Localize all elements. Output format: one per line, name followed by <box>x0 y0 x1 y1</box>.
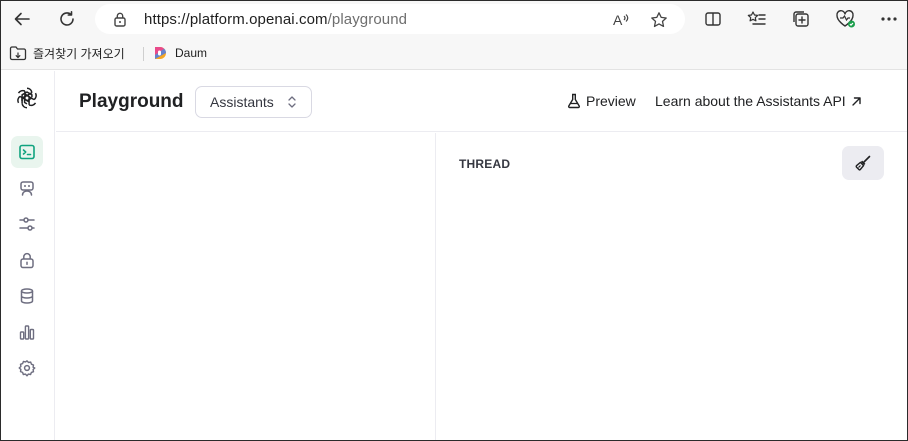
learn-assistants-api-link[interactable]: Learn about the Assistants API <box>655 93 862 109</box>
thread-pane: THREAD <box>437 133 907 440</box>
favorites-bar: 즐겨찾기 가져오기 Daum <box>1 37 907 70</box>
address-bar[interactable]: https://platform.openai.com/playground A <box>95 4 685 34</box>
favorite-star-icon[interactable] <box>648 9 670 31</box>
browser-window: https://platform.openai.com/playground A <box>0 0 908 441</box>
collections-icon[interactable] <box>789 7 813 31</box>
settings-gear-icon <box>18 360 36 377</box>
openai-logo-icon[interactable] <box>14 85 40 111</box>
preview-link[interactable]: Preview <box>567 93 636 109</box>
chevron-updown-icon <box>288 96 296 108</box>
sidebar-item-api-keys[interactable] <box>11 244 43 276</box>
split-screen-icon[interactable] <box>701 7 725 31</box>
favorites-divider <box>143 47 144 61</box>
sliders-icon <box>19 217 35 231</box>
bar-chart-icon <box>19 325 35 340</box>
read-aloud-icon[interactable]: A <box>611 9 633 31</box>
sidebar-item-settings[interactable] <box>11 352 43 384</box>
url-host: https://platform.openai.com <box>144 11 328 28</box>
sidebar-item-assistants[interactable] <box>11 172 43 204</box>
external-arrow-icon <box>851 96 861 106</box>
clear-thread-button[interactable] <box>842 146 884 180</box>
mode-select-value: Assistants <box>210 94 274 110</box>
sidebar-item-playground[interactable] <box>11 136 43 168</box>
page-title: Playground <box>79 91 184 112</box>
refresh-icon <box>60 11 74 26</box>
thread-label: THREAD <box>459 157 511 171</box>
back-button[interactable] <box>9 6 35 32</box>
refresh-button[interactable] <box>54 6 80 32</box>
browser-essentials-icon[interactable] <box>834 7 858 31</box>
favorite-import-label: 즐겨찾기 가져오기 <box>33 46 125 61</box>
page-header: Playground Assistants Preview Learn abou… <box>56 71 907 132</box>
sidebar-item-usage[interactable] <box>11 316 43 348</box>
more-menu-icon[interactable] <box>877 7 901 31</box>
favorites-list-icon[interactable] <box>745 7 769 31</box>
assistant-bot-icon <box>20 181 34 196</box>
import-favorites-icon <box>9 46 27 61</box>
sidebar-item-storage[interactable] <box>11 280 43 312</box>
back-arrow-icon <box>14 12 30 26</box>
browser-toolbar: https://platform.openai.com/playground A <box>1 1 907 37</box>
flask-icon <box>567 93 581 109</box>
lock-icon <box>20 252 34 269</box>
playground-app: Playground Assistants Preview Learn abou… <box>1 71 907 440</box>
assistant-config-pane <box>56 133 436 440</box>
database-icon <box>20 288 34 304</box>
preview-label: Preview <box>586 93 636 109</box>
svg-text:A: A <box>613 12 623 28</box>
url-path: /playground <box>327 11 408 28</box>
terminal-icon <box>19 144 35 160</box>
learn-assistants-api-label: Learn about the Assistants API <box>655 93 846 109</box>
broom-icon <box>855 155 871 171</box>
url-text[interactable]: https://platform.openai.com/playground <box>144 11 407 28</box>
favorite-daum[interactable]: Daum <box>153 44 207 62</box>
sidebar-item-fine-tuning[interactable] <box>11 208 43 240</box>
favorite-import[interactable]: 즐겨찾기 가져오기 <box>9 44 125 62</box>
mode-select[interactable]: Assistants <box>195 86 312 118</box>
daum-logo-icon <box>155 46 167 59</box>
lock-icon[interactable] <box>113 11 127 32</box>
favorite-daum-label: Daum <box>175 46 208 60</box>
sidebar <box>1 71 55 440</box>
